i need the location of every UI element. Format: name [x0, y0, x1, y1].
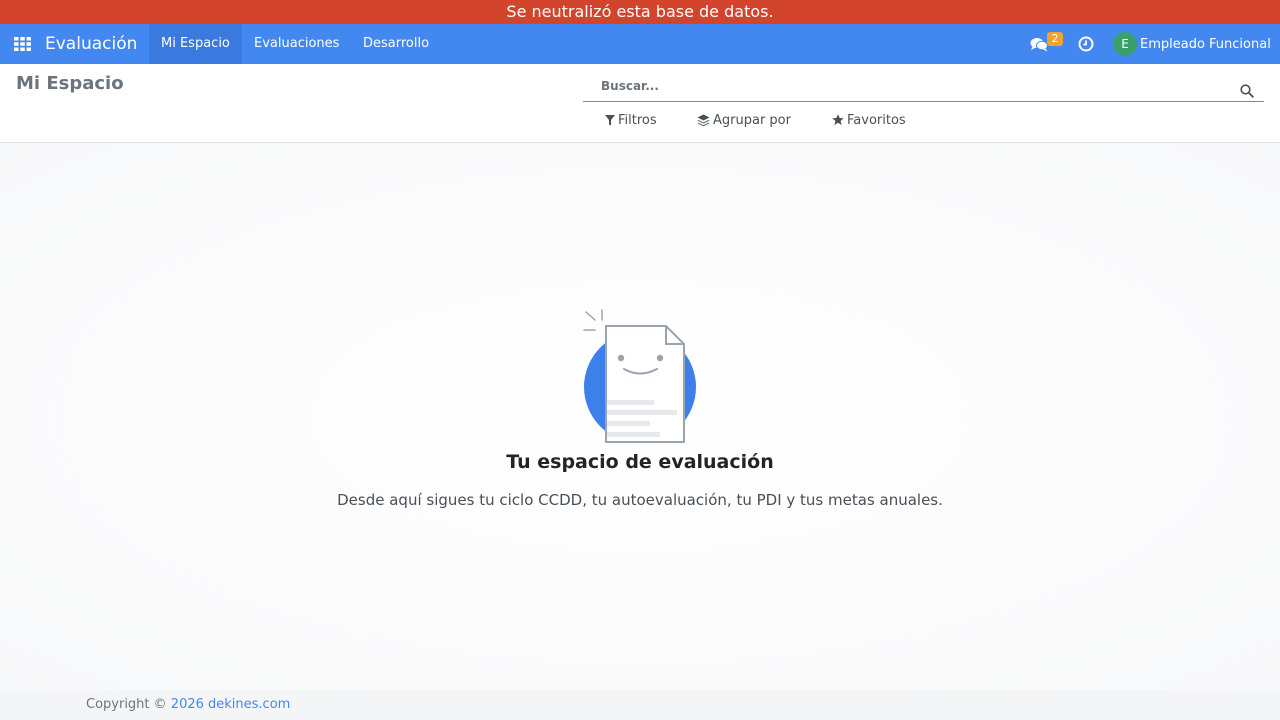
menu-item-evaluaciones[interactable]: Evaluaciones [242, 24, 351, 64]
filter-icon [605, 114, 615, 125]
search-box [583, 70, 1264, 102]
main-navbar: Evaluación Mi Espacio Evaluaciones Desar… [0, 24, 1280, 64]
layers-icon [697, 114, 710, 126]
menu-item-mi-espacio[interactable]: Mi Espacio [149, 24, 242, 64]
footer-link[interactable]: 2026 dekines.com [171, 697, 291, 712]
group-by-label: Agrupar por [713, 112, 791, 128]
group-by-button[interactable]: Agrupar por [697, 110, 791, 130]
help-text: Desde aquí sigues tu ciclo CCDD, tu auto… [337, 491, 943, 509]
user-name: Empleado Funcional [1140, 36, 1271, 52]
clock-icon[interactable] [1078, 36, 1094, 52]
grid-icon[interactable] [14, 37, 31, 51]
star-icon [832, 114, 844, 125]
filters-button[interactable]: Filtros [605, 110, 657, 130]
favorites-button[interactable]: Favoritos [832, 110, 906, 130]
copyright-prefix: Copyright © [86, 697, 171, 712]
user-menu[interactable]: E Empleado Funcional [1113, 32, 1271, 56]
menu-item-desarrollo[interactable]: Desarrollo [351, 24, 441, 64]
help-title: Tu espacio de evaluación [506, 451, 774, 473]
app-brand[interactable]: Evaluación [45, 24, 137, 64]
search-icon[interactable] [1240, 84, 1254, 98]
filters-label: Filtros [618, 112, 657, 128]
search-input[interactable] [601, 76, 1201, 96]
copyright-text: Copyright © 2026 dekines.com [86, 697, 290, 712]
chat-badge: 2 [1047, 32, 1063, 46]
main-content: Tu espacio de evaluación Desde aquí sigu… [0, 143, 1280, 690]
neutralized-banner: Se neutralizó esta base de datos. [0, 0, 1280, 24]
control-panel: Mi Espacio Filtros Agrupar por Favoritos [0, 64, 1280, 143]
footer: Copyright © 2026 dekines.com [0, 690, 1280, 720]
empty-document-illustration [583, 309, 696, 443]
favorites-label: Favoritos [847, 112, 906, 128]
page-title: Mi Espacio [16, 73, 124, 94]
avatar: E [1113, 32, 1137, 56]
chat-icon[interactable] [1030, 37, 1048, 52]
